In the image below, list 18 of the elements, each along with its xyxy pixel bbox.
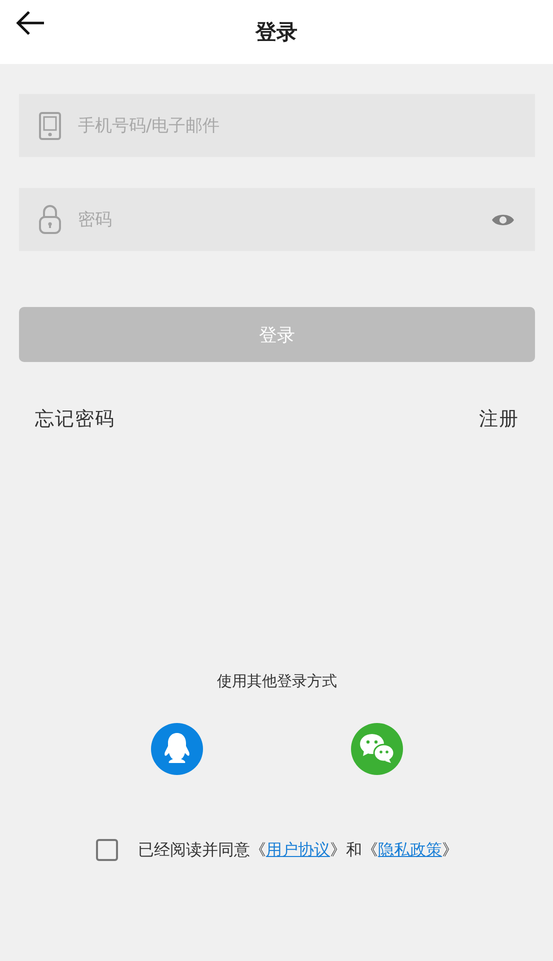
page-title: 登录 [256,19,298,46]
agreement-link[interactable]: 用户协议 [266,840,330,858]
phone-icon [39,112,61,140]
penguin-login-button[interactable] [151,723,203,775]
register-link[interactable]: 注册 [479,406,519,432]
agreement-text: 已经阅读并同意《用户协议》和《隐私政策》 [138,840,458,860]
account-input[interactable]: 手机号码/电子邮件 [76,114,515,136]
forgot-password-link[interactable]: 忘记密码 [35,406,115,432]
lock-icon [39,205,61,234]
chat-bubbles-login-button[interactable] [351,723,403,775]
agreement-checkbox[interactable] [96,839,118,861]
back-button[interactable] [16,10,46,36]
other-login-label: 使用其他登录方式 [217,672,337,691]
account-field[interactable]: 手机号码/电子邮件 [19,94,535,157]
password-field[interactable]: 密码 [19,188,535,251]
agreement-link[interactable]: 隐私政策 [378,840,442,858]
chat-bubbles-icon [359,733,395,765]
password-input[interactable]: 密码 [76,208,491,230]
